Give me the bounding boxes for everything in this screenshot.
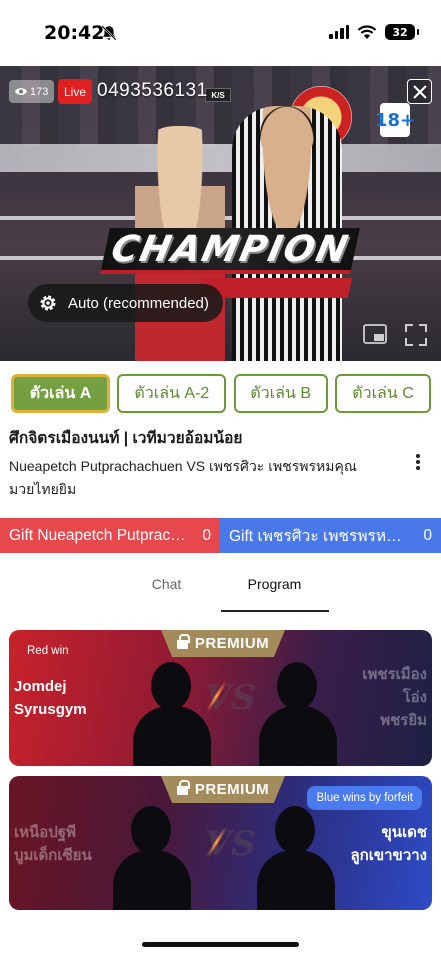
fullscreen-icon[interactable]	[405, 324, 427, 346]
match-result: Red win	[27, 645, 69, 657]
gift-red-label: Gift Nueapetch Putprachachuen	[9, 526, 189, 544]
red-fighter-name: เหนือปฐพี บูมเด็กเซียน	[14, 824, 92, 864]
player-tab-b[interactable]: ตัวเล่น B	[233, 374, 328, 413]
status-time: 20:42	[44, 22, 105, 44]
live-badge: Live	[58, 79, 93, 104]
quality-label: Auto (recommended)	[68, 294, 209, 312]
gift-red-corner-button[interactable]: Gift Nueapetch Putprachachuen 0	[0, 518, 220, 553]
premium-label: PREMIUM	[194, 781, 270, 798]
blue-fighter-name: ขุนเดช ลูกเขาขวาง	[350, 824, 427, 864]
blue-fighter-name: เพชรเมือง โอ่ง พชรยิม	[362, 666, 427, 729]
video-background-banners	[0, 66, 441, 146]
gear-icon	[40, 295, 56, 311]
gift-blue-count: 0	[423, 526, 432, 544]
red-fighter-name: Jomdej Syrusgym	[14, 678, 87, 718]
cellular-signal-icon	[329, 25, 349, 39]
premium-badge: PREMIUM	[161, 776, 285, 803]
match-description: Nueapetch Putprachachuen VS เพชรศิวะ เพช…	[9, 458, 357, 497]
event-title: ศึกจิตรเมืองนนท์ | เวทีมวยอ้อมน้อย	[9, 430, 243, 447]
tab-chat[interactable]: Chat	[113, 566, 221, 612]
player-tab-c[interactable]: ตัวเล่น C	[334, 374, 431, 413]
home-indicator[interactable]	[142, 942, 299, 947]
gift-blue-corner-button[interactable]: Gift เพชรศิวะ เพชรพรหมคุณ 0	[220, 518, 441, 553]
content-tabs: Chat Program	[0, 566, 441, 612]
view-count-badge: 173	[9, 80, 55, 103]
quality-selector[interactable]: Auto (recommended)	[28, 284, 223, 322]
close-icon	[412, 84, 427, 99]
close-button[interactable]	[407, 79, 432, 104]
tab-program[interactable]: Program	[220, 566, 329, 612]
champion-overlay-text: CHAMPION	[107, 228, 354, 270]
premium-badge: PREMIUM	[161, 630, 285, 657]
premium-label: PREMIUM	[194, 635, 270, 652]
rating-badge: 18+	[375, 103, 415, 137]
broadcaster-badge: K/S	[205, 88, 231, 102]
view-count: 173	[30, 85, 49, 98]
lock-icon	[176, 633, 190, 650]
bell-muted-icon	[101, 25, 117, 41]
video-player[interactable]: K/S CHAMPION 18+ 173 Live 0493536131 Aut…	[0, 66, 441, 361]
gift-bar: Gift Nueapetch Putprachachuen 0 Gift เพช…	[0, 518, 441, 553]
red-fighter-silhouette	[133, 662, 211, 766]
champion-overlay: CHAMPION	[100, 228, 360, 274]
program-card[interactable]: PREMIUM Blue wins by forfeit VS เหนือปฐพ…	[9, 776, 432, 910]
gift-blue-label: Gift เพชรศิวะ เพชรพรหมคุณ	[229, 528, 409, 545]
battery-indicator: 32	[385, 24, 419, 40]
player-tab-a2[interactable]: ตัวเล่น A-2	[117, 374, 227, 413]
player-tab-a[interactable]: ตัวเล่น A	[11, 374, 110, 413]
program-card[interactable]: PREMIUM Red win VS Jomdej Syrusgym เพชรเ…	[9, 630, 432, 766]
lock-icon	[176, 779, 190, 796]
more-options-icon[interactable]	[413, 452, 423, 472]
gift-red-count: 0	[202, 526, 211, 544]
player-source-tabs: ตัวเล่น A ตัวเล่น A-2 ตัวเล่น B ตัวเล่น …	[11, 374, 431, 413]
wifi-icon	[357, 24, 377, 39]
video-overlay-number: 0493536131	[97, 80, 208, 101]
status-bar: 20:42 32	[0, 0, 441, 66]
picture-in-picture-icon[interactable]	[363, 324, 387, 344]
eye-icon	[15, 88, 27, 95]
red-fighter-silhouette	[113, 806, 191, 910]
